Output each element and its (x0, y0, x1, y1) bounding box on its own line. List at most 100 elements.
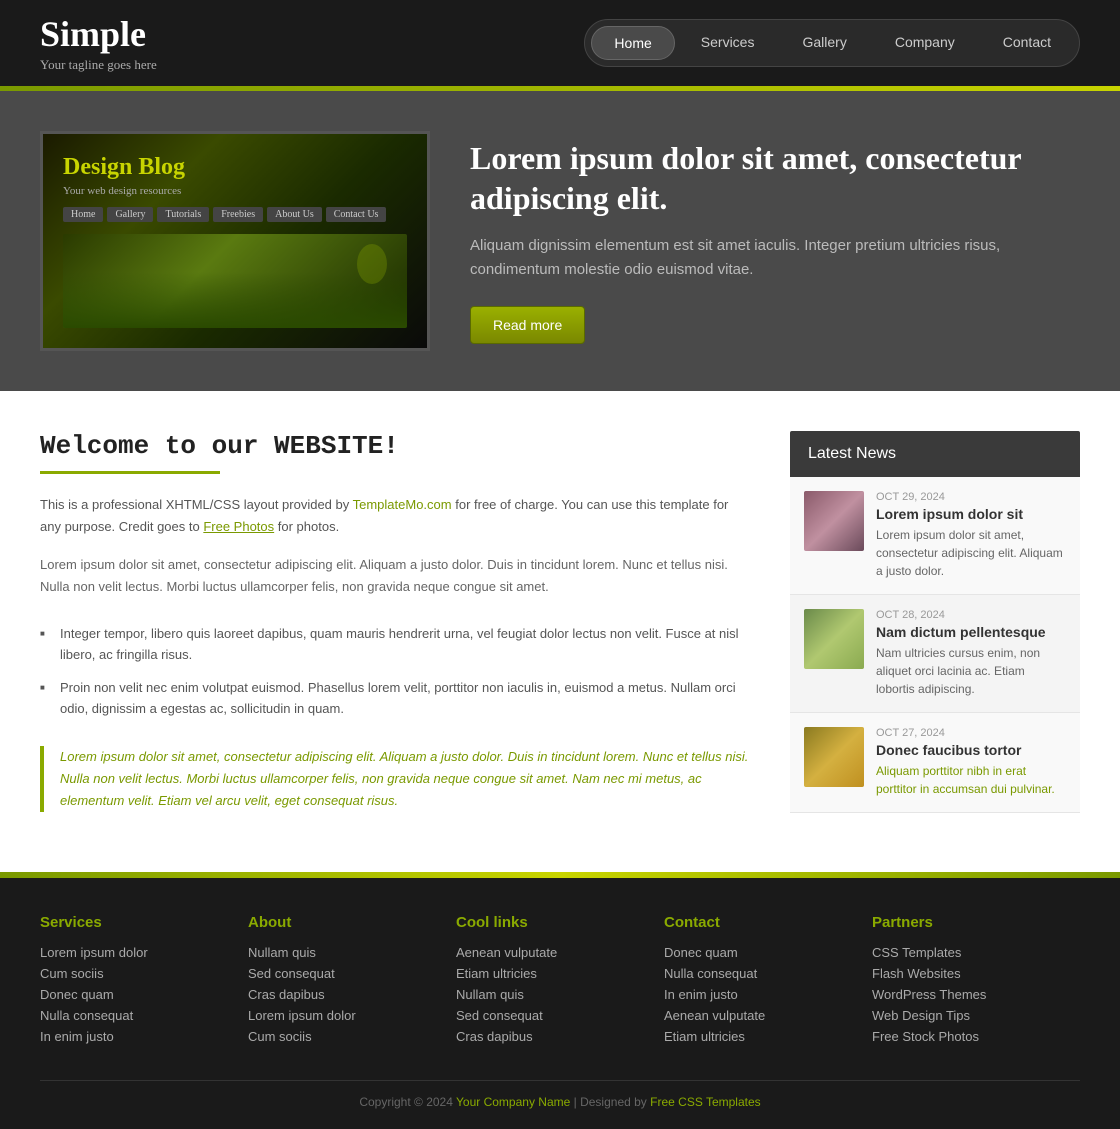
copyright-text: Copyright © 2024 (359, 1095, 453, 1109)
news-date-3: OCT 27, 2024 (876, 727, 1066, 739)
hero-image: Design Blog Your web design resources Ho… (40, 131, 430, 351)
free-photos-link[interactable]: Free Photos (203, 519, 274, 534)
logo-title: Simple (40, 13, 157, 55)
news-thumb-1 (804, 491, 864, 551)
footer-services-title: Services (40, 914, 228, 931)
footer-partners-link-2[interactable]: Flash Websites (872, 966, 1060, 981)
nav-gallery[interactable]: Gallery (780, 26, 868, 60)
footer: Services Lorem ipsum dolor Cum sociis Do… (0, 878, 1120, 1129)
hero-blog-sub: Your web design resources (63, 185, 181, 197)
hero-nav-about[interactable]: About Us (267, 207, 322, 222)
footer-contact-link-2[interactable]: Nulla consequat (664, 966, 852, 981)
footer-about-link-4[interactable]: Lorem ipsum dolor (248, 1008, 436, 1023)
sidebar: Latest News OCT 29, 2024 Lorem ipsum dol… (790, 431, 1080, 832)
footer-contact-link-5[interactable]: Etiam ultricies (664, 1029, 852, 1044)
hero-section: Design Blog Your web design resources Ho… (0, 91, 1120, 391)
news-excerpt-2: Nam ultricies cursus enim, non aliquet o… (876, 644, 1066, 698)
welcome-underline (40, 471, 220, 474)
news-meta-3: OCT 27, 2024 Donec faucibus tortor Aliqu… (876, 727, 1066, 798)
footer-about-link-3[interactable]: Cras dapibus (248, 987, 436, 1002)
hero-text: Lorem ipsum dolor sit amet, consectetur … (470, 138, 1080, 344)
logo-area: Simple Your tagline goes here (40, 13, 157, 73)
footer-services-link-5[interactable]: In enim justo (40, 1029, 228, 1044)
hero-description: Aliquam dignissim elementum est sit amet… (470, 234, 1080, 282)
company-name-link[interactable]: Your Company Name (456, 1095, 570, 1109)
footer-col-about: About Nullam quis Sed consequat Cras dap… (248, 914, 456, 1050)
bullet-list: Integer tempor, libero quis laoreet dapi… (40, 618, 750, 725)
footer-coollinks-link-4[interactable]: Sed consequat (456, 1008, 644, 1023)
hero-nav-freebies[interactable]: Freebies (213, 207, 263, 222)
news-excerpt-1: Lorem ipsum dolor sit amet, consectetur … (876, 526, 1066, 580)
footer-about-link-1[interactable]: Nullam quis (248, 945, 436, 960)
hero-blog-title: Design Blog (63, 154, 185, 181)
footer-partners-title: Partners (872, 914, 1060, 931)
footer-services-link-1[interactable]: Lorem ipsum dolor (40, 945, 228, 960)
hero-heading: Lorem ipsum dolor sit amet, consectetur … (470, 138, 1080, 218)
news-thumb-3 (804, 727, 864, 787)
footer-partners-link-3[interactable]: WordPress Themes (872, 987, 1060, 1002)
footer-about-link-2[interactable]: Sed consequat (248, 966, 436, 981)
footer-services-link-4[interactable]: Nulla consequat (40, 1008, 228, 1023)
news-item-1: OCT 29, 2024 Lorem ipsum dolor sit Lorem… (790, 477, 1080, 595)
news-title-3[interactable]: Donec faucibus tortor (876, 742, 1066, 758)
nav-company[interactable]: Company (873, 26, 977, 60)
footer-partners-link-5[interactable]: Free Stock Photos (872, 1029, 1060, 1044)
footer-contact-link-4[interactable]: Aenean vulputate (664, 1008, 852, 1023)
news-title-1[interactable]: Lorem ipsum dolor sit (876, 506, 1066, 522)
footer-bottom: Copyright © 2024 Your Company Name | Des… (40, 1080, 1080, 1109)
footer-contact-title: Contact (664, 914, 852, 931)
nav-home[interactable]: Home (591, 26, 674, 60)
footer-coollinks-link-3[interactable]: Nullam quis (456, 987, 644, 1002)
news-thumb-2 (804, 609, 864, 669)
news-item-3: OCT 27, 2024 Donec faucibus tortor Aliqu… (790, 713, 1080, 813)
footer-partners-link-4[interactable]: Web Design Tips (872, 1008, 1060, 1023)
footer-col-services: Services Lorem ipsum dolor Cum sociis Do… (40, 914, 248, 1050)
bullet-item-1: Integer tempor, libero quis laoreet dapi… (40, 618, 750, 672)
blockquote: Lorem ipsum dolor sit amet, consectetur … (40, 746, 750, 812)
intro-text: This is a professional XHTML/CSS layout … (40, 494, 750, 538)
footer-contact-link-3[interactable]: In enim justo (664, 987, 852, 1002)
designed-by-text: | Designed by (574, 1095, 651, 1109)
news-item-2: OCT 28, 2024 Nam dictum pellentesque Nam… (790, 595, 1080, 713)
footer-about-link-5[interactable]: Cum sociis (248, 1029, 436, 1044)
footer-col-coollinks: Cool links Aenean vulputate Etiam ultric… (456, 914, 664, 1050)
footer-coollinks-link-1[interactable]: Aenean vulputate (456, 945, 644, 960)
bullet-item-2: Proin non velit nec enim volutpat euismo… (40, 672, 750, 726)
footer-coollinks-link-5[interactable]: Cras dapibus (456, 1029, 644, 1044)
footer-columns: Services Lorem ipsum dolor Cum sociis Do… (40, 914, 1080, 1050)
footer-partners-link-1[interactable]: CSS Templates (872, 945, 1060, 960)
body-text: Lorem ipsum dolor sit amet, consectetur … (40, 554, 750, 598)
hero-image-inner: Design Blog Your web design resources Ho… (43, 134, 427, 348)
hero-nav-gallery[interactable]: Gallery (107, 207, 153, 222)
read-more-button[interactable]: Read more (470, 306, 585, 344)
news-meta-1: OCT 29, 2024 Lorem ipsum dolor sit Lorem… (876, 491, 1066, 580)
news-excerpt-3: Aliquam porttitor nibh in erat porttitor… (876, 762, 1066, 798)
footer-contact-link-1[interactable]: Donec quam (664, 945, 852, 960)
designer-link[interactable]: Free CSS Templates (650, 1095, 761, 1109)
hero-nav-home[interactable]: Home (63, 207, 103, 222)
nav-contact[interactable]: Contact (981, 26, 1073, 60)
main-area: Welcome to our WEBSITE! This is a profes… (0, 391, 1120, 872)
hero-nav-tutorials[interactable]: Tutorials (157, 207, 209, 222)
hero-nav-contact[interactable]: Contact Us (326, 207, 387, 222)
hero-image-nav: Home Gallery Tutorials Freebies About Us… (63, 207, 386, 222)
news-date-2: OCT 28, 2024 (876, 609, 1066, 621)
content-area: Welcome to our WEBSITE! This is a profes… (40, 431, 790, 832)
templatemo-link[interactable]: TemplateMo.com (353, 497, 452, 512)
header: Simple Your tagline goes here Home Servi… (0, 0, 1120, 86)
news-title-2[interactable]: Nam dictum pellentesque (876, 624, 1066, 640)
news-meta-2: OCT 28, 2024 Nam dictum pellentesque Nam… (876, 609, 1066, 698)
footer-services-link-2[interactable]: Cum sociis (40, 966, 228, 981)
main-nav: Home Services Gallery Company Contact (584, 19, 1080, 67)
footer-services-link-3[interactable]: Donec quam (40, 987, 228, 1002)
footer-coollinks-link-2[interactable]: Etiam ultricies (456, 966, 644, 981)
logo-tagline: Your tagline goes here (40, 57, 157, 73)
footer-coollinks-title: Cool links (456, 914, 644, 931)
footer-col-partners: Partners CSS Templates Flash Websites Wo… (872, 914, 1080, 1050)
latest-news-header: Latest News (790, 431, 1080, 477)
news-date-1: OCT 29, 2024 (876, 491, 1066, 503)
nav-services[interactable]: Services (679, 26, 777, 60)
footer-col-contact: Contact Donec quam Nulla consequat In en… (664, 914, 872, 1050)
welcome-title: Welcome to our WEBSITE! (40, 431, 750, 461)
footer-about-title: About (248, 914, 436, 931)
